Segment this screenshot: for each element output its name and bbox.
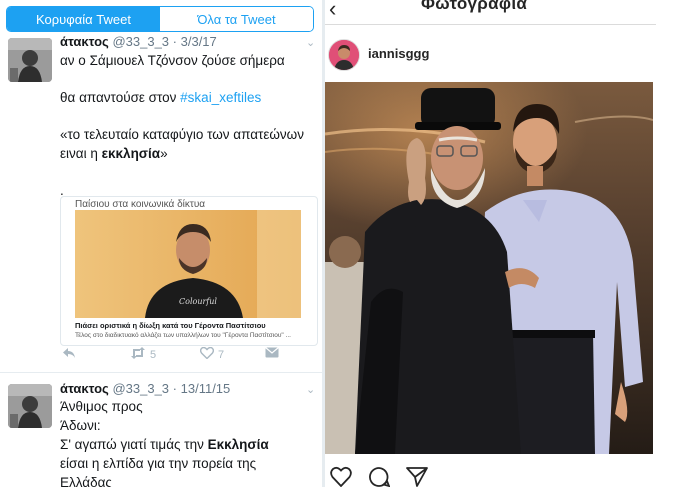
shirt-logo-text: Colourful: [179, 297, 217, 306]
like-button[interactable]: 7: [199, 346, 225, 362]
avatar[interactable]: [8, 384, 52, 428]
comment-icon[interactable]: [368, 466, 391, 487]
tweet-date: 3/3/17: [180, 34, 217, 49]
tweet-author-name[interactable]: άτακτος: [60, 381, 109, 396]
tweet-date: 13/11/15: [180, 381, 231, 396]
instagram-panel: ‹ Φωτογραφία iannisggg: [325, 0, 680, 487]
chevron-down-icon[interactable]: ⌄: [306, 36, 315, 49]
tab-all-tweets[interactable]: Όλα τα Tweet: [160, 7, 313, 31]
tweet-text-span: ειναι η: [60, 146, 102, 161]
avatar[interactable]: [328, 39, 360, 71]
post-photo[interactable]: [325, 82, 653, 454]
tweet-divider: [0, 372, 322, 373]
username-link[interactable]: iannisggg: [368, 46, 429, 61]
chevron-left-icon[interactable]: ‹: [329, 0, 336, 22]
direct-message-icon[interactable]: [265, 347, 279, 358]
tweet-text-span: »: [160, 146, 168, 161]
card-image: Colourful: [75, 210, 301, 318]
chevron-down-icon[interactable]: ⌄: [306, 383, 315, 396]
card-subtitle: Τέλος στο διαδικτυακό αλλάζει των υπαλλή…: [75, 332, 291, 339]
tweet-line: Άδωνι:: [60, 418, 101, 433]
tweet-bold-word: Εκκλησία: [207, 437, 269, 452]
link-card[interactable]: Παίσιου στα κοινωνικά δίκτυα Colourful Π…: [60, 196, 318, 346]
tweet-header: άτακτος @33_3_3 · 3/3/17: [60, 34, 217, 49]
tweet-header: άτακτος @33_3_3 · 13/11/15: [60, 381, 231, 396]
instagram-header: ‹ Φωτογραφία: [325, 0, 680, 25]
tweet-bold-word: εκκλησία: [101, 146, 161, 161]
tweet-line: Άνθιμος προς: [60, 399, 143, 414]
hashtag-link[interactable]: #skai_xeftiles: [180, 90, 261, 105]
like-count: 7: [218, 348, 225, 361]
tweet-author-handle[interactable]: @33_3_3: [112, 381, 169, 396]
retweet-button[interactable]: 5: [130, 347, 156, 362]
post-actions: [330, 466, 428, 487]
tweet-text: αν ο Σάμιουελ Τζόνσον ζούσε σήμερα θα απ…: [60, 51, 318, 200]
tweet-author-name[interactable]: άτακτος: [60, 34, 109, 49]
heart-icon: [199, 346, 215, 362]
card-top-text: Παίσιου στα κοινωνικά δίκτυα: [75, 199, 206, 210]
tweet-filter-segmented-control: Κορυφαία Tweet Όλα τα Tweet: [6, 6, 314, 32]
tweet-text-span: Σ' αγαπώ γιατί τιμάς την: [60, 437, 208, 452]
avatar[interactable]: [8, 38, 52, 82]
tweet-line: θα απαντούσε στον #skai_xeftiles: [60, 88, 318, 107]
twitter-panel: Κορυφαία Tweet Όλα τα Tweet άτακτος @33_…: [0, 0, 322, 487]
tweet-line: αν ο Σάμιουελ Τζόνσον ζούσε σήμερα: [60, 53, 285, 68]
card-title: Πιάσει οριστικά η δίωξη κατά του Γέροντα…: [75, 321, 266, 330]
tweet-actions: 5 7: [60, 346, 280, 363]
tweet-line: «το τελευταίο καταφύγιο των απατεώνων: [60, 127, 304, 142]
retweet-icon: [130, 347, 146, 362]
share-icon[interactable]: [406, 466, 428, 487]
tweet-line: Ελλάδας: [60, 475, 112, 487]
tweet-line: είσαι η ελπίδα για την πορεία της: [60, 456, 257, 471]
heart-icon[interactable]: [330, 466, 352, 487]
reply-icon[interactable]: [62, 347, 76, 359]
tweet-line: ειναι η εκκλησία»: [60, 144, 318, 163]
tweet-text-span: θα απαντούσε στον: [60, 90, 181, 105]
page-title: Φωτογραφία: [421, 0, 528, 13]
tweet-line: Σ' αγαπώ γιατί τιμάς την Εκκλησία: [60, 435, 318, 454]
tweet-author-handle[interactable]: @33_3_3: [112, 34, 169, 49]
tab-top-tweets[interactable]: Κορυφαία Tweet: [7, 7, 160, 31]
retweet-count: 5: [150, 348, 157, 361]
tweet-text: Άνθιμος προς Άδωνι: Σ' αγαπώ γιατί τιμάς…: [60, 397, 318, 487]
right-margin: [656, 0, 680, 487]
